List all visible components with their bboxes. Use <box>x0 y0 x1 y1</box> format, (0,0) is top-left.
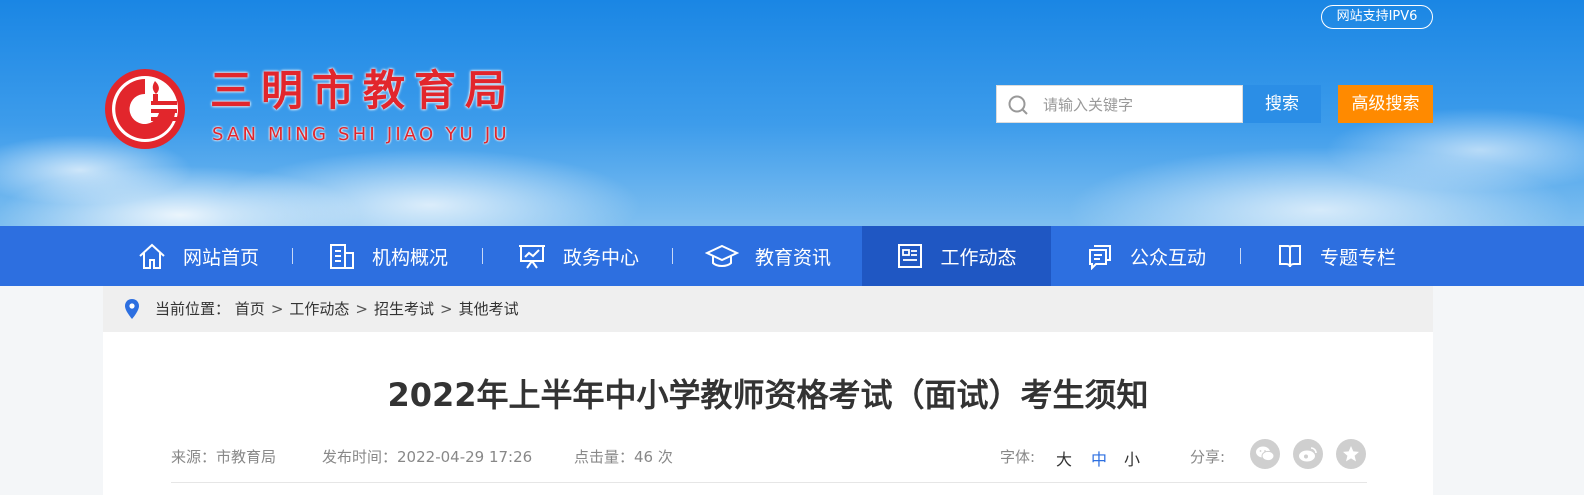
search-input[interactable] <box>1041 86 1240 124</box>
site-name-cn[interactable]: 三明市教育局 <box>210 66 516 116</box>
advanced-search-button[interactable]: 高级搜索 <box>1338 85 1433 123</box>
site-logo-icon[interactable] <box>103 67 187 151</box>
font-size-medium[interactable]: 中 <box>1091 446 1107 470</box>
nav-label: 公众互动 <box>1129 246 1206 269</box>
nav-item-organization[interactable]: 机构概况 <box>293 226 483 286</box>
article-source: 来源：市教育局 <box>171 446 276 467</box>
breadcrumb-path: 当前位置： 首页 > 工作动态 > 招生考试 > 其他考试 <box>155 286 519 332</box>
article-container: 2022年上半年中小学教师资格考试（面试）考生须知 来源：市教育局 发布时间：2… <box>103 332 1433 495</box>
nav-item-public-interaction[interactable]: 公众互动 <box>1051 226 1241 286</box>
nav-item-special-topics[interactable]: 专题专栏 <box>1241 226 1431 286</box>
nav-item-government[interactable]: 政务中心 <box>483 226 673 286</box>
publish-value: 2022-04-29 17:26 <box>397 448 533 466</box>
site-header: 网站支持IPV6 三明市教育局 SAN MING SHI JIAO YU JU … <box>0 0 1584 226</box>
nav-label: 政务中心 <box>562 246 639 269</box>
home-icon <box>139 243 165 269</box>
nav-label: 教育资讯 <box>754 246 831 269</box>
article-publish-time: 发布时间：2022-04-29 17:26 <box>322 446 532 467</box>
breadcrumb-separator: > <box>270 300 284 318</box>
book-icon <box>1278 245 1301 268</box>
search-button[interactable]: 搜索 <box>1243 85 1321 123</box>
building-icon <box>329 244 354 269</box>
breadcrumb-separator: > <box>440 300 453 318</box>
source-value: 市教育局 <box>216 448 277 466</box>
chat-icon <box>1088 245 1111 270</box>
views-label: 点击量： <box>574 448 635 466</box>
font-size-label: 字体: <box>1000 448 1036 466</box>
ipv6-badge[interactable]: 网站支持IPV6 <box>1321 5 1433 29</box>
graduation-cap-icon <box>704 244 739 267</box>
search-icon <box>1008 95 1028 115</box>
nav-item-home[interactable]: 网站首页 <box>103 226 293 286</box>
weibo-icon[interactable] <box>1293 439 1323 469</box>
search-box <box>996 85 1243 124</box>
breadcrumb-home[interactable]: 首页 <box>235 300 265 318</box>
nav-label: 机构概况 <box>371 246 448 269</box>
share-label: 分享: <box>1190 448 1226 466</box>
nav-label: 网站首页 <box>182 246 259 269</box>
star-icon[interactable] <box>1336 439 1366 469</box>
publish-label: 发布时间： <box>322 448 398 466</box>
breadcrumb-other-exams[interactable]: 其他考试 <box>459 300 519 318</box>
breadcrumb-prefix: 当前位置： <box>155 300 231 318</box>
breadcrumb-enrollment-exams[interactable]: 招生考试 <box>374 300 434 318</box>
nav-label: 专题专栏 <box>1319 246 1396 269</box>
views-value: 46 次 <box>634 448 673 466</box>
font-size-small[interactable]: 小 <box>1124 446 1140 470</box>
nav-label: 工作动态 <box>940 246 1017 269</box>
article-views: 点击量：46 次 <box>574 446 673 467</box>
site-name-en: SAN MING SHI JIAO YU JU <box>212 124 510 145</box>
location-pin-icon <box>125 299 139 319</box>
breadcrumb-separator: > <box>355 300 368 318</box>
newspaper-icon <box>898 244 923 268</box>
nav-item-work-news[interactable]: 工作动态 <box>862 226 1051 286</box>
font-size-large[interactable]: 大 <box>1056 446 1072 470</box>
presentation-icon <box>518 245 545 269</box>
breadcrumb-work-news[interactable]: 工作动态 <box>289 300 349 318</box>
meta-divider <box>171 482 1367 483</box>
article-title: 2022年上半年中小学教师资格考试（面试）考生须知 <box>387 376 1149 414</box>
breadcrumb: 当前位置： 首页 > 工作动态 > 招生考试 > 其他考试 <box>103 286 1433 332</box>
nav-item-education-news[interactable]: 教育资讯 <box>673 226 863 286</box>
wechat-icon[interactable] <box>1250 439 1280 469</box>
source-label: 来源： <box>171 448 217 466</box>
main-nav: 网站首页 机构概况 政务中心 教育资讯 工作动态 公众互动 专题专栏 <box>0 226 1584 286</box>
